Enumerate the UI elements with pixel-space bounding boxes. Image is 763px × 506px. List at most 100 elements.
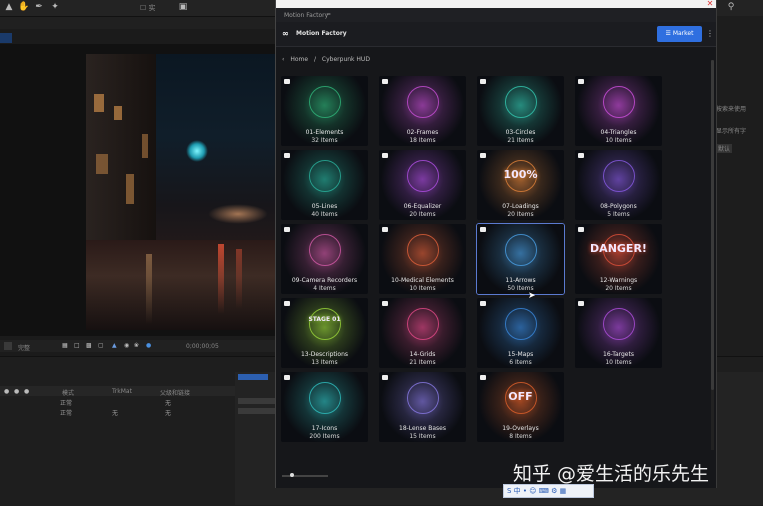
color-icon[interactable]: ❀ <box>134 342 139 349</box>
layer-trkmat[interactable]: 无 <box>112 408 118 417</box>
eye-icon[interactable]: ● <box>4 388 9 395</box>
folder-icon <box>284 227 290 232</box>
folder-icon <box>284 301 290 306</box>
camera-icon[interactable]: ◉ <box>124 342 129 349</box>
fast-preview-icon[interactable]: ▲ <box>112 342 117 349</box>
magnification-dropdown[interactable] <box>4 342 12 350</box>
back-icon[interactable]: ‹ <box>282 56 284 63</box>
folder-card[interactable]: 02-Frames 18 Items <box>379 76 466 146</box>
timeline-columns: ● ● ● 模式 TrkMat 父级和链接 <box>0 386 235 397</box>
timeline-layer-row[interactable]: 正常 无 无 <box>0 407 235 417</box>
folder-card[interactable]: STAGE 01 13-Descriptions 13 Items <box>281 298 368 368</box>
folder-card[interactable]: 01-Elements 32 Items <box>281 76 368 146</box>
ae-panel-tabs <box>0 17 275 29</box>
thumbnail-size-slider[interactable] <box>282 473 328 477</box>
folder-item-count: 10 Items <box>605 359 632 366</box>
folder-card[interactable]: 05-Lines 40 Items <box>281 150 368 220</box>
layer-parent[interactable]: 无 <box>165 398 171 407</box>
thumbnail-overlay-text: OFF <box>508 390 533 403</box>
audio-icon[interactable]: ● <box>14 388 19 395</box>
layer-mode[interactable]: 正常 <box>60 408 72 417</box>
folder-name: 11-Arrows <box>505 277 536 284</box>
work-area-bar[interactable] <box>238 374 268 380</box>
scrollbar-thumb[interactable] <box>711 60 714 390</box>
folder-name: 19-Overlays <box>502 425 539 432</box>
folder-name: 06-Equalizer <box>403 203 442 210</box>
lock-icon[interactable]: ● <box>24 388 29 395</box>
region-icon[interactable]: ▢ <box>98 342 104 349</box>
timeline-layer-row[interactable]: 正常 无 <box>0 397 235 407</box>
channel-icon[interactable]: ● <box>146 342 151 349</box>
folder-item-count: 20 Items <box>507 211 534 218</box>
folder-card[interactable]: 11-Arrows 50 Items <box>476 223 565 295</box>
breadcrumb-home[interactable]: Home <box>290 56 308 63</box>
folder-item-count: 4 Items <box>313 285 336 292</box>
motion-factory-window: ✕ Motion Factory = ∞ Motion Factory ☰ Ma… <box>275 0 717 488</box>
folder-card[interactable]: 17-Icons 200 Items <box>281 372 368 442</box>
folder-card[interactable]: OFF 19-Overlays 8 Items <box>477 372 564 442</box>
folder-name: 18-Lense Bases <box>399 425 446 432</box>
folder-icon <box>578 79 584 84</box>
effects-panel-button[interactable]: 默认 <box>716 144 733 153</box>
column-trkmat: TrkMat <box>112 388 132 395</box>
breadcrumb-separator: / <box>313 56 316 63</box>
search-icon[interactable]: ⚲ <box>726 2 736 12</box>
slider-knob[interactable] <box>290 473 294 477</box>
folder-card[interactable]: 18-Lense Bases 15 Items <box>379 372 466 442</box>
grid-icon[interactable]: ▦ <box>62 342 68 349</box>
layer-parent[interactable]: 无 <box>165 408 171 417</box>
selection-tool-icon[interactable]: ▲ <box>4 2 14 12</box>
current-time[interactable]: 0;00;00;05 <box>186 343 219 350</box>
market-button[interactable]: ☰ Market <box>657 26 702 42</box>
transparency-icon[interactable]: ▩ <box>86 342 92 349</box>
motion-factory-logo-icon: ∞ <box>282 29 289 38</box>
folder-card[interactable]: 100% 07-Loadings 20 Items <box>477 150 564 220</box>
thumbnail-overlay-text: DANGER! <box>590 242 647 255</box>
folder-icon <box>578 301 584 306</box>
effects-panel-text: 按索来使用 <box>716 106 747 113</box>
pin-tool-icon[interactable]: ✦ <box>50 2 60 12</box>
breadcrumb-current: Cyberpunk HUD <box>321 56 370 63</box>
folder-name: 13-Descriptions <box>300 351 349 358</box>
folder-item-count: 5 Items <box>607 211 630 218</box>
folder-card[interactable]: 09-Camera Recorders 4 Items <box>281 224 368 294</box>
folder-card[interactable]: 08-Polygons 5 Items <box>575 150 662 220</box>
close-icon[interactable]: ✕ <box>704 0 716 8</box>
layer-bar[interactable] <box>238 408 278 414</box>
window-menu-icon[interactable]: = <box>326 11 331 18</box>
folder-card[interactable]: 10-Medical Elements 10 Items <box>379 224 466 294</box>
more-options-icon[interactable]: ⋮ <box>706 29 714 38</box>
folder-name: 05-Lines <box>311 203 338 210</box>
layer-bar[interactable] <box>238 398 278 404</box>
resolution-select[interactable]: 完整 <box>18 343 30 352</box>
folder-item-count: 15 Items <box>409 433 436 440</box>
mask-icon[interactable]: □ <box>74 342 80 349</box>
folder-icon <box>578 227 584 232</box>
folder-card[interactable]: 03-Circles 21 Items <box>477 76 564 146</box>
ime-toolbar[interactable]: S 中 • ☺ ⌨ ⚙ ▦ <box>503 484 594 498</box>
folder-card[interactable]: 15-Maps 6 Items <box>477 298 564 368</box>
folder-name: 07-Loadings <box>502 203 539 210</box>
folder-card[interactable]: 04-Triangles 10 Items <box>575 76 662 146</box>
thumbnail-overlay-text: 100% <box>503 168 538 181</box>
folder-name: 03-Circles <box>505 129 536 136</box>
folder-card[interactable]: 06-Equalizer 20 Items <box>379 150 466 220</box>
folder-item-count: 20 Items <box>409 211 436 218</box>
ae-active-tab[interactable] <box>0 33 12 43</box>
folder-card[interactable]: 16-Targets 10 Items <box>575 298 662 368</box>
folder-item-count: 20 Items <box>605 285 632 292</box>
folder-name: 16-Targets <box>603 351 634 358</box>
folder-item-count: 32 Items <box>311 137 338 144</box>
folder-name: 09-Camera Recorders <box>291 277 358 284</box>
folder-card[interactable]: DANGER! 12-Warnings 20 Items <box>575 224 662 294</box>
folder-card[interactable]: 14-Grids 21 Items <box>379 298 466 368</box>
folder-name: 15-Maps <box>507 351 534 358</box>
pen-tool-icon[interactable]: ✒ <box>34 2 44 12</box>
folder-item-count: 6 Items <box>509 359 532 366</box>
folder-icon <box>382 153 388 158</box>
folder-item-count: 50 Items <box>507 285 534 292</box>
ae-toolbar-label: ☐ 实 <box>140 4 156 12</box>
checkbox-icon[interactable]: ▣ <box>178 2 188 12</box>
hand-tool-icon[interactable]: ✋ <box>18 2 29 12</box>
layer-mode[interactable]: 正常 <box>60 398 72 407</box>
